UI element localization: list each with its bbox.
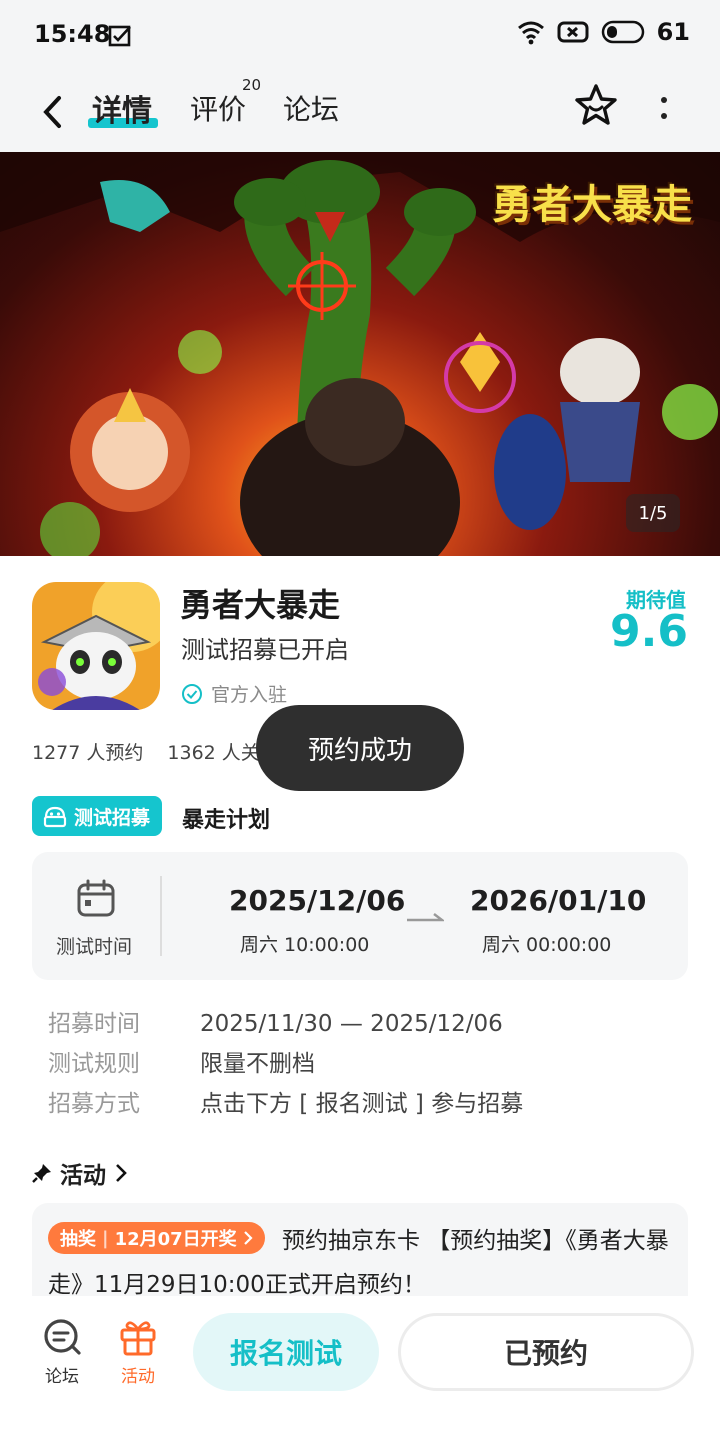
card-divider <box>160 876 162 956</box>
status-time: 15:48 <box>34 20 111 48</box>
tag-separator: | <box>102 1227 109 1249</box>
test-recruit-tag-label: 测试招募 <box>74 806 151 829</box>
arrow-right-icon <box>407 913 444 922</box>
test-end-date: 2026/01/10 <box>470 884 647 917</box>
official-label: 官方入驻 <box>211 684 288 706</box>
game-logo: 勇者大暴走 <box>492 182 692 228</box>
official-badge: 官方入驻 <box>181 680 287 707</box>
back-button[interactable] <box>30 86 74 138</box>
more-dot-icon <box>661 97 667 103</box>
signup-test-button[interactable]: 报名测试 <box>193 1313 379 1391</box>
tab-details[interactable]: 详情 <box>92 86 152 130</box>
test-end-time: 周六 00:00:00 <box>482 934 612 956</box>
test-robot-icon <box>43 806 67 828</box>
reserved-button[interactable]: 已预约 <box>398 1313 694 1391</box>
forum-chat-icon <box>44 1319 81 1355</box>
test-start-date: 2025/12/06 <box>229 884 406 917</box>
reviews-count-badge: 20 <box>242 76 262 94</box>
game-stats: 1277 人预约 1362 人关 <box>32 738 260 765</box>
chevron-right-icon <box>243 1231 253 1245</box>
info-row-recruit-time: 招募时间 2025/11/30 — 2025/12/06 <box>48 1004 503 1038</box>
info-label: 招募时间 <box>48 1011 140 1037</box>
more-dot-icon <box>661 113 667 119</box>
activity-title: 活动 <box>60 1163 106 1189</box>
tab-reviews[interactable]: 评价 <box>190 88 246 128</box>
activity-section-header[interactable]: 活动 <box>32 1156 128 1190</box>
battery-icon <box>601 20 644 44</box>
test-recruit-tag: 测试招募 <box>32 796 163 836</box>
game-icon <box>32 582 160 710</box>
toast-message: 预约成功 <box>256 705 464 791</box>
lottery-tag: 抽奖 | 12月07日开奖 <box>48 1222 265 1254</box>
gift-icon <box>120 1321 156 1356</box>
chevron-right-icon <box>116 1164 127 1182</box>
bottom-action-bar: 论坛 活动 报名测试 已预约 <box>0 1296 720 1440</box>
recruit-plan-name: 暴走计划 <box>182 808 271 833</box>
top-nav: 详情 评价 20 论坛 <box>0 72 720 152</box>
bottom-forum-button[interactable]: 论坛 <box>32 1318 92 1387</box>
bottom-forum-label: 论坛 <box>45 1367 79 1387</box>
test-start-time: 周六 10:00:00 <box>240 934 370 956</box>
tab-forum[interactable]: 论坛 <box>283 88 339 128</box>
check-circle-icon <box>182 683 202 704</box>
lottery-label: 抽奖 <box>60 1229 96 1250</box>
battery-level: 61 <box>656 18 690 46</box>
info-row-recruit-method: 招募方式 点击下方 [ 报名测试 ] 参与招募 <box>48 1084 523 1118</box>
info-value: 点击下方 [ 报名测试 ] 参与招募 <box>200 1091 524 1117</box>
bottom-activity-label: 活动 <box>121 1367 155 1387</box>
activity-card[interactable]: 预约抽京东卡 【预约抽奖】《勇者大暴走》11月29日10:00正式开启预约！ 抽… <box>32 1203 688 1299</box>
info-row-test-rules: 测试规则 限量不删档 <box>48 1044 315 1078</box>
test-time-label: 测试时间 <box>56 936 133 958</box>
screenshot-carousel[interactable]: 勇者大暴走 1/5 <box>0 152 720 556</box>
info-value: 限量不删档 <box>200 1051 315 1077</box>
info-value: 2025/11/30 — 2025/12/06 <box>200 1011 503 1037</box>
test-time-card: 测试时间 2025/12/06 周六 10:00:00 2026/01/10 周… <box>32 852 688 980</box>
expectation-score: 9.6 <box>610 606 688 657</box>
wifi-icon <box>517 21 544 45</box>
favorite-star-icon[interactable] <box>572 82 620 130</box>
info-label: 测试规则 <box>48 1051 140 1077</box>
follower-count: 1362 人关 <box>167 742 260 764</box>
more-options-button[interactable] <box>646 86 682 130</box>
checkbox-notification-icon <box>108 25 131 47</box>
calendar-icon <box>77 879 115 917</box>
pin-icon <box>32 1164 51 1183</box>
status-bar: 15:48 61 <box>0 0 720 72</box>
reservation-count: 1277 人预约 <box>32 742 144 764</box>
info-label: 招募方式 <box>48 1091 140 1117</box>
game-title: 勇者大暴走 <box>180 586 341 624</box>
panda-warrior-icon <box>32 582 160 710</box>
lottery-date: 12月07日开奖 <box>114 1229 237 1250</box>
carousel-counter: 1/5 <box>626 494 680 532</box>
chevron-left-icon <box>43 96 61 128</box>
bottom-activity-button[interactable]: 活动 <box>108 1318 168 1387</box>
sim-disabled-icon <box>557 21 589 43</box>
game-subtitle: 测试招募已开启 <box>181 636 349 664</box>
